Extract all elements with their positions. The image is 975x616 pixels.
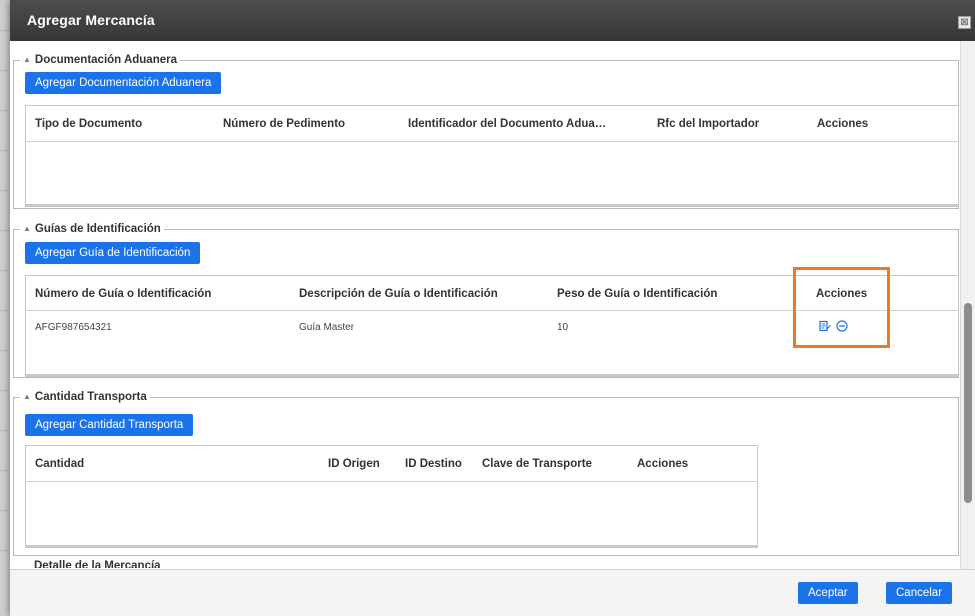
column-header[interactable]: Número de Pedimento [223,118,345,130]
cell-numero-guia: AFGF987654321 [35,322,112,333]
grid-bottom-border [26,374,958,376]
aceptar-button[interactable]: Aceptar [798,582,858,604]
column-header[interactable]: Peso de Guía o Identificación [557,288,717,300]
scrollbar-thumb[interactable] [964,303,972,503]
section-detalle-mercancia-peek[interactable]: Detalle de la Mercancía [34,560,161,568]
column-header[interactable]: Acciones [637,458,688,470]
content-scrollbar[interactable] [960,41,975,569]
collapse-caret-icon[interactable]: ▲ [23,55,31,64]
column-header[interactable]: Número de Guía o Identificación [35,288,211,300]
collapse-caret-icon[interactable]: ▲ [23,224,31,233]
agregar-cantidad-button[interactable]: Agregar Cantidad Transporta [25,414,194,436]
column-header[interactable]: Tipo de Documento [35,118,142,130]
grid-bottom-border [26,545,757,547]
cell-descripcion-guia: Guía Master [299,322,355,333]
dialog-titlebar: Agregar Mercancía ⊠ [10,0,975,41]
section-title: Documentación Aduanera [34,54,177,66]
section-title: Guías de Identificación [34,223,161,235]
agregar-documentacion-button[interactable]: Agregar Documentación Aduanera [25,72,222,94]
dialog-title: Agregar Mercancía [27,12,155,28]
collapse-caret-icon[interactable]: ▲ [23,392,31,401]
column-header[interactable]: Cantidad [35,458,84,470]
section-title: Cantidad Transporta [34,391,147,403]
column-header[interactable]: Rfc del Importador [657,118,759,130]
section-legend[interactable]: ▲ Documentación Aduanera [20,54,180,66]
cantidad-grid: Cantidad ID Origen ID Destino Clave de T… [25,445,758,548]
column-header[interactable]: Descripción de Guía o Identificación [299,288,498,300]
grid-header: Tipo de Documento Número de Pedimento Id… [26,106,958,142]
section-legend[interactable]: ▲ Guías de Identificación [20,223,164,235]
column-header[interactable]: ID Origen [328,458,380,470]
agregar-guia-button[interactable]: Agregar Guía de Identificación [25,242,201,264]
background-page [0,0,10,616]
documentacion-grid: Tipo de Documento Número de Pedimento Id… [25,105,959,207]
dialog-content: ▲ Documentación Aduanera Agregar Document… [10,41,960,569]
cell-peso-guia: 10 [557,322,569,333]
column-header[interactable]: Acciones [817,118,868,130]
grid-header: Cantidad ID Origen ID Destino Clave de T… [26,446,757,482]
column-header[interactable]: ID Destino [405,458,462,470]
column-header[interactable]: Clave de Transporte [482,458,592,470]
agregar-mercancia-dialog: Agregar Mercancía ⊠ ▲ Documentación Aduan… [10,0,975,616]
grid-bottom-border [26,204,958,206]
close-icon[interactable]: ⊠ [958,16,971,29]
column-header[interactable]: Identificador del Documento Adua… [408,118,633,130]
highlight-box [793,267,890,348]
cancelar-button[interactable]: Cancelar [886,582,953,604]
dialog-footer: Aceptar Cancelar [10,569,975,616]
section-legend[interactable]: ▲ Cantidad Transporta [20,391,150,403]
